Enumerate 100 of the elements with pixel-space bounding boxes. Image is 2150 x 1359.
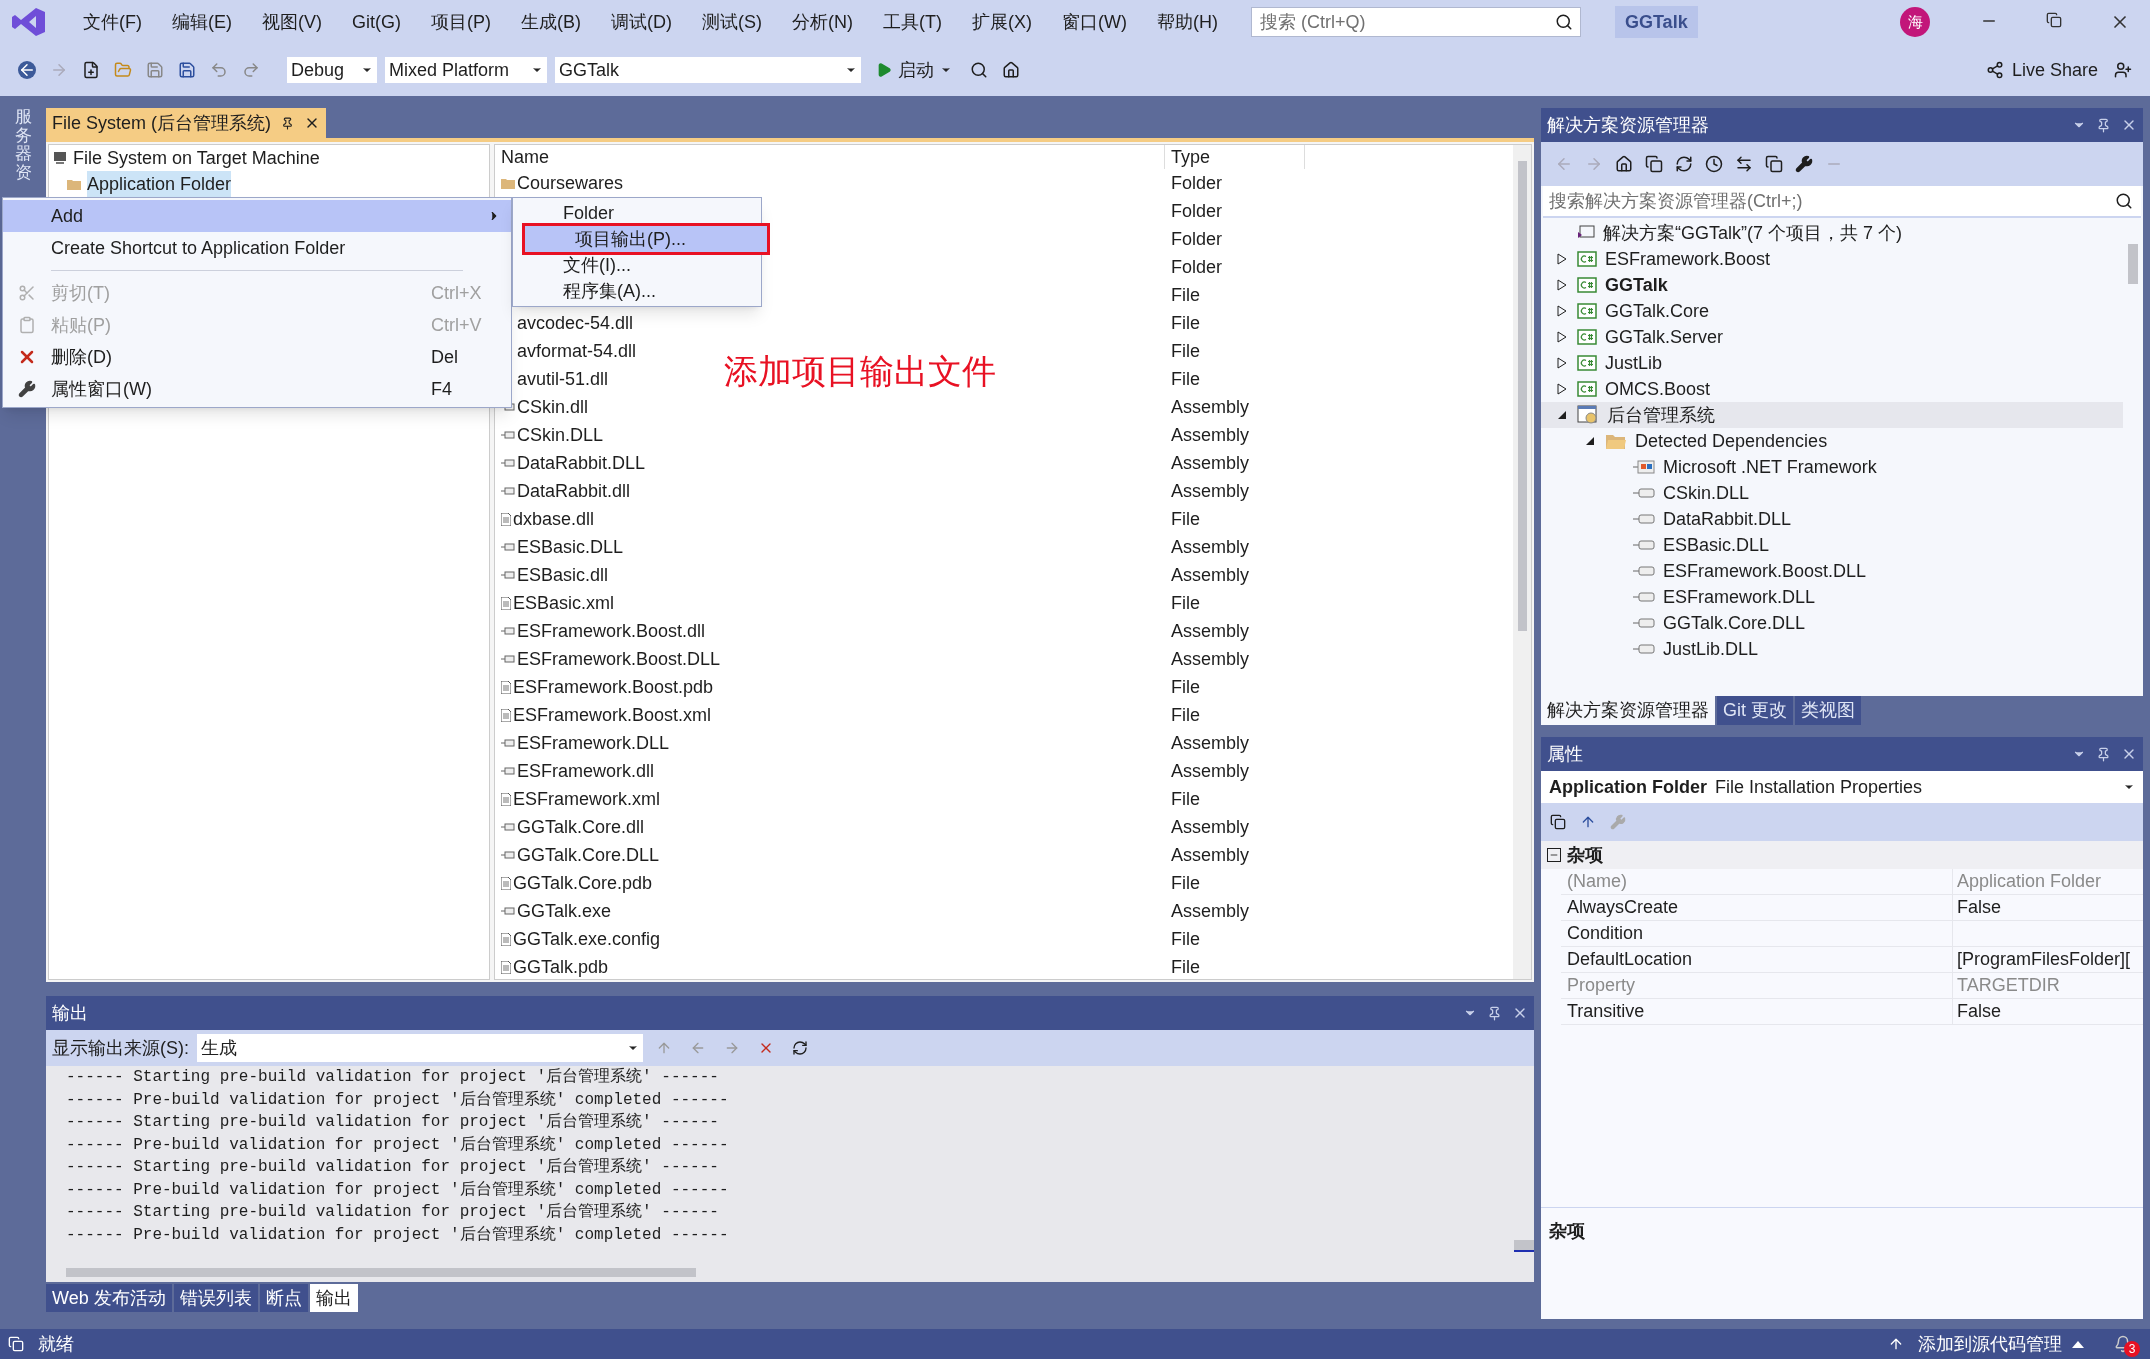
menu-item[interactable]: 生成(B) [508,8,594,36]
file-name[interactable]: DataRabbit.dll [517,477,631,505]
tree-item[interactable]: GGTalk.Server [1541,324,2123,350]
restore-icon[interactable] [2046,12,2062,28]
menu-item[interactable]: 扩展(X) [958,8,1045,36]
tree-item[interactable]: ESBasic.DLL [1541,532,2123,558]
collapse-icon[interactable] [1557,410,1567,420]
file-name[interactable]: ESFramework.Boost.xml [513,701,712,729]
file-name[interactable]: avutil-51.dll [517,365,609,393]
expand-icon[interactable] [1557,357,1567,369]
menu-item[interactable]: 调试(D) [598,8,685,36]
expand-icon[interactable] [1557,305,1567,317]
file-name[interactable]: CSkin.dll [517,393,589,421]
file-name[interactable]: GGTalk.exe [517,897,612,925]
tree-item[interactable]: OMCS.Boost [1541,376,2123,402]
property-name[interactable]: AlwaysCreate [1561,895,1953,921]
panel-tab[interactable]: 解决方案资源管理器 [1541,695,1715,726]
tree-item[interactable]: ESFramework.DLL [1541,584,2123,610]
panel-tab[interactable]: 输出 [309,1284,358,1312]
source-control-button[interactable]: 添加到源代码管理 [1918,1330,2062,1358]
menu-item[interactable]: 测试(S) [689,8,775,36]
menu-item[interactable]: 项目输出(P)... [525,226,767,252]
tree-item[interactable]: JustLib.DLL [1541,636,2123,662]
menu-item[interactable]: Git(G) [339,8,414,36]
file-name[interactable]: ESFramework.Boost.dll [517,617,706,645]
tree-item[interactable]: GGTalk.Core [1541,298,2123,324]
file-name[interactable]: ESFramework.xml [513,785,660,813]
file-name[interactable]: Coursewares [517,169,624,197]
file-name[interactable]: ESFramework.dll [517,757,655,785]
configuration-dropdown[interactable]: Debug [286,56,378,84]
file-name[interactable]: ESBasic.DLL [517,533,624,561]
pin-icon[interactable] [281,116,294,130]
tree-label[interactable]: File System on Target Machine [73,144,320,172]
file-name[interactable]: dxbase.dll [513,505,595,533]
panel-tab[interactable]: 类视图 [1795,695,1861,726]
file-name[interactable]: GGTalk.exe.config [513,925,661,953]
column-header[interactable]: Name [495,145,1165,169]
file-name[interactable]: ESFramework.DLL [517,729,670,757]
property-value[interactable]: [ProgramFilesFolder][ [1953,946,2131,974]
panel-tab[interactable]: Git 更改 [1717,695,1793,726]
solution-search-field[interactable]: 搜索解决方案资源管理器(Ctrl+;) [1543,186,2141,218]
menu-item[interactable]: Create Shortcut to Application Folder [3,232,511,264]
start-button[interactable]: 启动 [868,55,960,85]
expand-icon[interactable] [1557,331,1567,343]
side-tab[interactable]: 服务器资 [14,108,32,184]
file-name[interactable]: ESBasic.xml [513,589,615,617]
source-dropdown[interactable]: 生成 [197,1034,643,1062]
menu-item[interactable]: 程序集(A)... [513,278,761,304]
tree-item[interactable]: 解决方案“GGTalk”(7 个项目，共 7 个) [1541,220,2123,246]
menu-item[interactable]: 窗口(W) [1048,8,1140,36]
file-name[interactable]: avcodec-54.dll [517,309,634,337]
object-selector[interactable]: Application Folder File Installation Properties [1541,771,2143,804]
expand-icon[interactable] [1557,383,1567,395]
file-name[interactable]: GGTalk.Core.pdb [513,869,653,897]
pin-icon[interactable] [2096,746,2111,762]
user-avatar[interactable]: 海 [1900,7,1930,37]
panel-tab[interactable]: 断点 [259,1284,308,1312]
menu-item[interactable]: Folder [513,200,761,226]
tree-item[interactable]: GGTalk [1541,272,2123,298]
menu-item[interactable]: 属性窗口(W) F4 [3,373,511,405]
menu-item[interactable]: 删除(D) Del [3,341,511,373]
menu-item[interactable]: 文件(I)... [513,252,761,278]
pin-icon[interactable] [1487,1005,1502,1021]
file-name[interactable]: GGTalk.pdb [513,953,609,981]
tree-item[interactable]: CSkin.DLL [1541,480,2123,506]
search-field[interactable]: 搜索 (Ctrl+Q) [1250,7,1581,37]
menu-item[interactable]: 文件(F) [70,8,155,36]
live-share-button[interactable]: Live Share [1979,55,2104,85]
platform-dropdown[interactable]: Mixed Platform [384,56,548,84]
tree-item[interactable]: DataRabbit.DLL [1541,506,2123,532]
tree-item[interactable]: Microsoft .NET Framework [1541,454,2123,480]
document-tab[interactable]: File System (后台管理系统) [46,108,326,138]
menu-item[interactable]: 工具(T) [870,8,955,36]
file-name[interactable]: avformat-54.dll [517,337,637,365]
file-name[interactable]: CSkin.DLL [517,421,604,449]
tree-item[interactable]: 后台管理系统 [1541,402,2123,428]
tree-item[interactable]: GGTalk.Core.DLL [1541,610,2123,636]
file-name[interactable]: ESFramework.Boost.DLL [517,645,721,673]
menu-item[interactable]: 分析(N) [779,8,866,36]
tree-item[interactable]: ESFramework.Boost.DLL [1541,558,2123,584]
menu-item[interactable]: 编辑(E) [159,8,245,36]
menu-item[interactable]: 视图(V) [249,8,335,36]
tree-item[interactable]: Detected Dependencies [1541,428,2123,454]
collapse-icon[interactable] [1585,436,1595,446]
property-name[interactable]: Condition [1561,921,1953,947]
expand-icon[interactable] [1557,253,1567,265]
property-value[interactable]: False [1953,998,2001,1026]
collapse-icon[interactable] [1547,848,1561,863]
file-name[interactable]: ESBasic.dll [517,561,609,589]
menu-item[interactable]: Add [3,200,511,232]
property-name[interactable]: Transitive [1561,999,1953,1025]
scrollbar[interactable] [1513,145,1531,979]
menu-item[interactable]: 项目(P) [418,8,504,36]
file-name[interactable]: ESFramework.Boost.pdb [513,673,714,701]
file-name[interactable]: DataRabbit.DLL [517,449,646,477]
tree-item[interactable]: JustLib [1541,350,2123,376]
expand-icon[interactable] [1557,279,1567,291]
menu-item[interactable]: 帮助(H) [1143,8,1231,36]
property-name[interactable]: DefaultLocation [1561,947,1953,973]
startup-project-dropdown[interactable]: GGTalk [554,56,862,84]
